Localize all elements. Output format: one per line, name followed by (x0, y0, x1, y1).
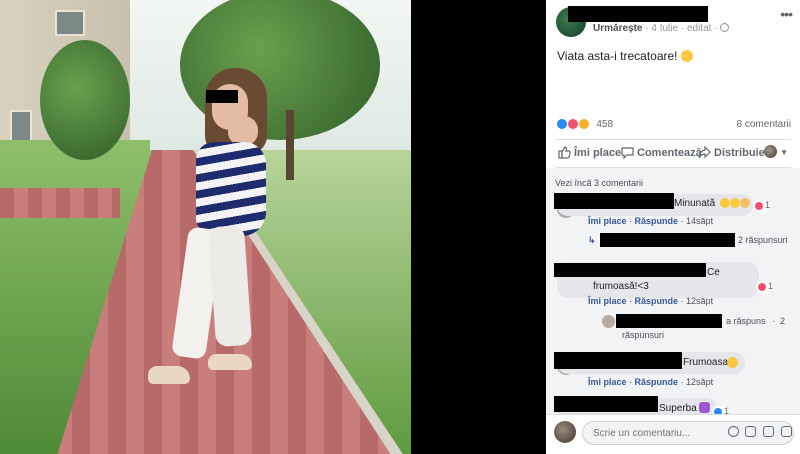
photo-side-path (0, 188, 120, 218)
current-user-avatar[interactable] (554, 421, 576, 443)
heart-icon (758, 283, 766, 291)
follow-link[interactable]: Urmărește (593, 23, 642, 34)
replier-name-redacted (616, 314, 722, 328)
see-more-comments-link[interactable]: Vezi încă 3 comentarii (555, 178, 643, 188)
purple-heart-emoji-icon (699, 402, 710, 413)
comment-reaction-badge[interactable]: 1 (753, 200, 770, 212)
view-replies[interactable]: ↳ 2 răspunsuri (588, 233, 792, 247)
author-name-redacted[interactable] (568, 6, 708, 22)
photo-window (55, 10, 85, 36)
comment-text: Superba (659, 403, 697, 414)
post-actions: Îmi place Comentează Distribuie ▼ (546, 143, 800, 165)
wow-reaction-icon[interactable] (577, 118, 590, 130)
camera-icon[interactable] (745, 426, 757, 437)
comment-like-link[interactable]: Îmi place (588, 377, 627, 387)
photo-person-shirt (196, 142, 266, 236)
love-reaction-icon[interactable] (566, 118, 579, 130)
comment-actions: Îmi place · Răspunde · 12săpt (588, 377, 714, 387)
divider (556, 139, 791, 140)
comment-actions: Îmi place · Răspunde · 14săpt (588, 216, 714, 226)
comment-time[interactable]: 12săpt (686, 296, 713, 306)
view-replies[interactable]: a răspuns · 2 răspunsuri (602, 314, 798, 342)
post-side-panel: Urmărește · 4 Iulie · editat · ••• Viata… (546, 0, 800, 454)
comment-text: Minunată (674, 198, 716, 209)
like-label: Îmi place (574, 147, 622, 159)
photo-person-shoe (208, 354, 252, 370)
comments-list: Vezi încă 3 comentarii Minunată 1 Îmi pl… (546, 168, 800, 416)
slight-smile-emoji-icon (680, 50, 693, 62)
gif-icon[interactable] (763, 426, 775, 437)
post-header: Urmărește · 4 Iulie · editat · ••• (546, 0, 800, 44)
comment-text: frumoasă!<3 (593, 281, 649, 292)
comment-label: Comentează (637, 147, 702, 159)
replied-label: a răspuns (726, 316, 766, 326)
commenter-name-redacted[interactable] (554, 352, 682, 369)
profile-mini-avatar (764, 145, 778, 158)
reply-arrow-icon: ↳ (588, 235, 596, 245)
comment-text: Frumoasa (683, 357, 729, 368)
photo-redaction-bar (206, 90, 238, 103)
composer-icons (724, 426, 792, 439)
photo-tree-trunk (286, 110, 294, 180)
reactions-bar: 458 8 comentarii (556, 118, 791, 134)
comment-time[interactable]: 14săpt (686, 216, 713, 226)
comment-like-link[interactable]: Îmi place (588, 296, 627, 306)
globe-icon (720, 23, 730, 32)
comment-composer (546, 414, 800, 454)
post-date[interactable]: 4 Iulie (651, 23, 678, 34)
commenter-name-redacted[interactable] (554, 263, 706, 277)
comment-reply-link[interactable]: Răspunde (635, 216, 679, 226)
share-button[interactable]: Distribuie (698, 145, 765, 159)
more-options-button[interactable]: ••• (780, 6, 793, 22)
replies-count: 2 răspunsuri (738, 235, 788, 245)
sticker-icon[interactable] (781, 426, 792, 437)
replier-avatar (602, 315, 615, 328)
commenter-name-redacted[interactable] (554, 396, 658, 412)
replies-count: 2 (780, 316, 786, 326)
share-label: Distribuie (714, 147, 765, 159)
replier-name-redacted (600, 233, 735, 247)
comment-reply-link[interactable]: Răspunde (635, 377, 679, 387)
comment-icon (621, 147, 634, 160)
like-button[interactable]: Îmi place (558, 146, 621, 159)
post-meta: Urmărește · 4 Iulie · editat · (593, 23, 730, 34)
dropdown-caret-icon: ▼ (780, 148, 788, 157)
comment-reply-link[interactable]: Răspunde (635, 296, 679, 306)
photo-tree (40, 40, 130, 160)
commenter-name-redacted[interactable] (554, 193, 674, 209)
wink-kiss-emoji-icon (727, 357, 738, 368)
edited-label[interactable]: editat (687, 23, 711, 34)
post-photo[interactable] (0, 0, 411, 454)
share-icon (698, 145, 711, 159)
heart-icon (755, 202, 763, 210)
comment-like-link[interactable]: Îmi place (588, 216, 627, 226)
thumbs-up-icon (558, 146, 571, 159)
post-as-selector[interactable]: ▼ (764, 145, 788, 158)
comment-time[interactable]: 12săpt (686, 377, 713, 387)
comment-reaction-badge[interactable]: 1 (756, 281, 773, 293)
replies-label: răspunsuri (622, 330, 665, 340)
post-text-content: Viata asta-i trecatoare! (557, 49, 678, 63)
photo-person-shoe (148, 366, 190, 384)
comment-text: Ce (707, 267, 720, 278)
comments-count[interactable]: 8 comentarii (737, 119, 791, 130)
comment-button[interactable]: Comentează (621, 146, 702, 160)
emoji-group-icon (720, 198, 750, 209)
emoji-picker-icon[interactable] (727, 426, 739, 437)
comment-actions: Îmi place · Răspunde · 12săpt (588, 296, 714, 306)
reaction-count[interactable]: 458 (596, 119, 613, 130)
post-text: Viata asta-i trecatoare! (557, 49, 693, 63)
